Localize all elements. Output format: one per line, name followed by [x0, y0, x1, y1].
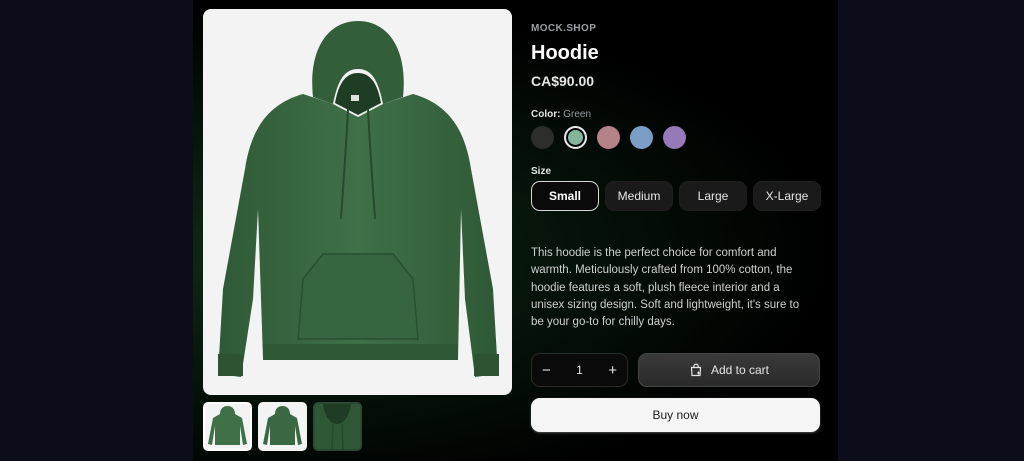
- size-small-button[interactable]: Small: [531, 181, 599, 211]
- product-price: CA$90.00: [531, 73, 595, 89]
- thumbnail-front[interactable]: [203, 402, 252, 451]
- color-label: Color: Green: [531, 109, 591, 120]
- increase-quantity-button[interactable]: +: [608, 362, 617, 379]
- swatch-black[interactable]: [531, 126, 554, 149]
- hoodie-closeup-thumb-icon: [315, 404, 360, 449]
- quantity-value: 1: [576, 363, 583, 377]
- hoodie-thumb-icon: [208, 406, 247, 445]
- swatch-pink[interactable]: [597, 126, 620, 149]
- thumbnail-back[interactable]: [258, 402, 307, 451]
- size-large-button[interactable]: Large: [679, 181, 747, 211]
- swatch-green[interactable]: [564, 126, 587, 149]
- store-name: MOCK.SHOP: [531, 23, 597, 34]
- hoodie-illustration: [218, 21, 499, 377]
- add-to-cart-label: Add to cart: [710, 363, 770, 377]
- product-page: MOCK.SHOP Hoodie CA$90.00 Color: Green S…: [193, 0, 838, 461]
- hoodie-back-thumb-icon: [263, 406, 302, 445]
- decrease-quantity-button[interactable]: −: [542, 362, 551, 379]
- buy-now-button[interactable]: Buy now: [531, 398, 820, 432]
- color-swatches: [531, 126, 686, 149]
- quantity-stepper: − 1 +: [531, 353, 628, 387]
- swatch-purple[interactable]: [663, 126, 686, 149]
- size-xlarge-button[interactable]: X-Large: [753, 181, 821, 211]
- selected-color-name: Green: [563, 109, 592, 120]
- shopping-bag-icon: [690, 363, 702, 377]
- thumbnail-closeup[interactable]: [313, 402, 362, 451]
- buy-now-label: Buy now: [652, 408, 699, 422]
- left-backdrop: [0, 0, 193, 461]
- size-label: Size: [531, 166, 552, 177]
- color-label-text: Color:: [531, 109, 561, 120]
- thumbnail-strip: [203, 402, 362, 451]
- swatch-blue[interactable]: [630, 126, 653, 149]
- product-description: This hoodie is the perfect choice for co…: [531, 247, 800, 329]
- size-medium-button[interactable]: Medium: [605, 181, 673, 211]
- add-to-cart-button[interactable]: Add to cart: [638, 353, 820, 387]
- product-title: Hoodie: [531, 42, 599, 64]
- product-main-image: [203, 9, 512, 395]
- size-options: Small Medium Large X-Large: [531, 181, 821, 211]
- right-backdrop: [838, 0, 1024, 461]
